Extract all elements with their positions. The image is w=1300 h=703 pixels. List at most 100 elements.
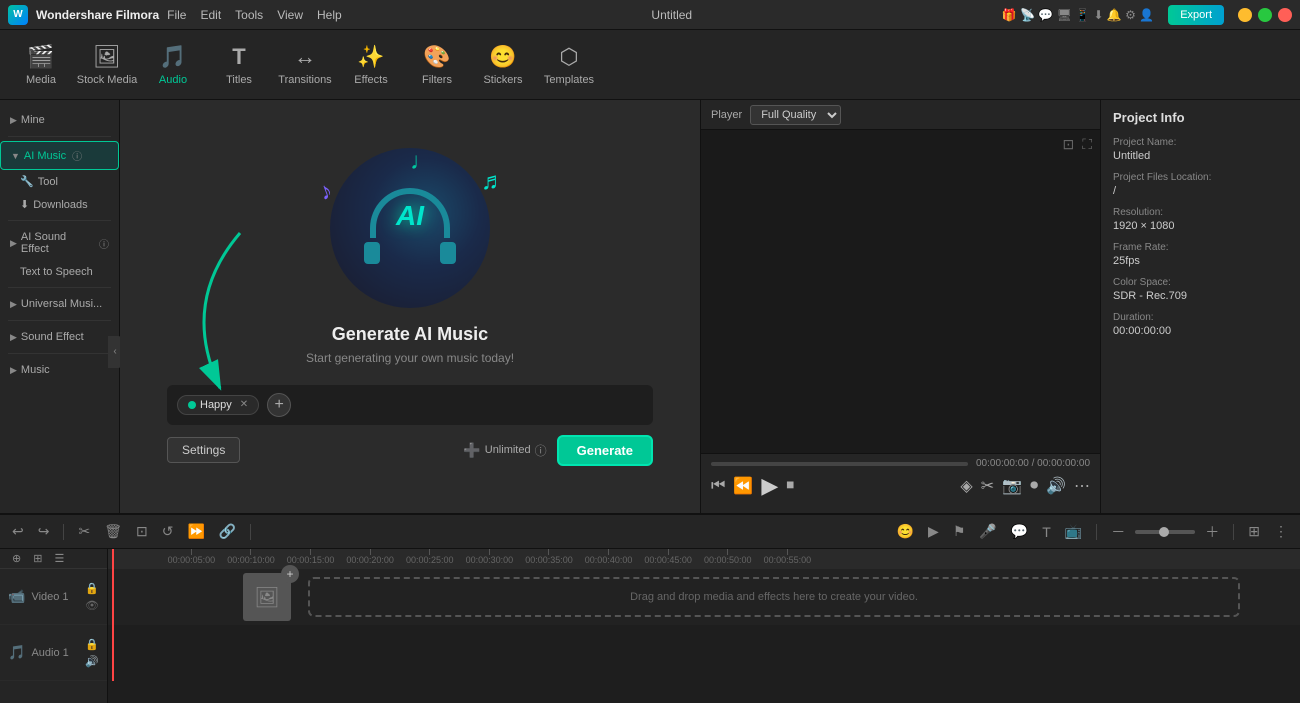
drop-label: Drag and drop media and effects here to … [630,591,918,603]
toolbar-templates[interactable]: ⬡ Templates [538,35,600,95]
menu-view[interactable]: View [277,8,303,22]
menu-tools[interactable]: Tools [235,8,263,22]
quality-select[interactable]: Full Quality Half Quality [750,105,841,125]
link-button[interactable]: 🔗 [215,521,240,542]
close-button[interactable] [1278,8,1292,22]
generate-button[interactable]: Generate [557,435,653,466]
ruler-mark-1: 00:00:05:00 [168,549,216,565]
mine-label: Mine [21,114,45,126]
timeline-title-button[interactable]: T [1038,522,1055,542]
redo-button[interactable]: ↪ [34,521,54,542]
toolbar-stickers[interactable]: 😊 Stickers [472,35,534,95]
toolbar-stock-media[interactable]: 🖼 Stock Media [76,35,138,95]
crop-button[interactable]: ⊡ [132,521,152,542]
time-current: 00:00:00:00 [976,458,1029,469]
drop-zone[interactable]: Drag and drop media and effects here to … [308,577,1240,617]
sidebar-item-mine[interactable]: ▶ Mine [0,108,119,132]
timeline-flag-button[interactable]: ⚑ [949,521,970,542]
project-files-label: Project Files Location: [1113,172,1288,183]
zoom-handle[interactable] [1159,527,1169,537]
export-button[interactable]: Export [1168,5,1224,25]
sidebar-collapse-button[interactable]: ‹ [108,336,120,368]
toolbar-transitions[interactable]: ↔ Transitions [274,35,336,95]
timeline-mic-button[interactable]: 🎤 [975,521,1000,542]
volume-button[interactable]: 🔊 [1046,476,1066,496]
sidebar-item-ai-sound-effect[interactable]: ▶ AI Sound Effect ⓘ [0,225,119,261]
play-button[interactable]: ▶ [761,473,778,499]
tl-sep-4 [1233,524,1234,540]
timeline-play-button[interactable]: ▶ [924,521,943,542]
toolbar-filters[interactable]: 🎨 Filters [406,35,468,95]
progress-track[interactable] [711,462,968,466]
stop-button[interactable]: ⏹ [786,477,794,495]
unlimited-icon: ➕ [463,442,480,459]
sidebar-item-text-to-speech[interactable]: Text to Speech [0,261,119,283]
unlimited-label: Unlimited [485,444,531,456]
sidebar-item-ai-music[interactable]: ▼ AI Music ⓘ [0,141,119,170]
sidebar-item-tool[interactable]: 🔧 Tool [0,170,119,193]
titles-label: Titles [226,74,252,86]
sidebar-item-music[interactable]: ▶ Music [0,358,119,382]
unlimited-info-icon[interactable]: ⓘ [535,442,547,459]
frame-back-button[interactable]: ⏪ [733,476,753,496]
zoom-out-button[interactable]: － [1107,520,1129,544]
rotate-button[interactable]: ↺ [158,521,178,542]
skip-back-button[interactable]: ⏮ [711,477,725,495]
media-icon: 🎬 [27,44,54,70]
toolbar-media[interactable]: 🎬 Media [10,35,72,95]
menu-file[interactable]: File [167,8,186,22]
more-button[interactable]: ⋯ [1074,476,1090,496]
timeline-emoji-button[interactable]: 😊 [893,521,918,542]
track-settings-button[interactable]: ☰ [50,550,68,567]
tag-close-icon[interactable]: ✕ [240,399,248,410]
sidebar-item-sound-effect[interactable]: ▶ Sound Effect [0,325,119,349]
tl-sep-2 [250,524,251,540]
undo-button[interactable]: ↩ [8,521,28,542]
video-lock-button[interactable]: 🔒 [85,582,99,595]
player-viewport: ⊡ ⛶ [701,130,1100,453]
split-timeline-button[interactable]: ✂ [74,521,94,542]
toolbar-titles[interactable]: T Titles [208,35,270,95]
track-options-button[interactable]: ⊞ [29,550,46,567]
happy-tag-chip[interactable]: Happy ✕ [177,395,259,415]
fullscreen-icon[interactable]: ⛶ [1082,136,1092,153]
audio-track-header: 🎵 Audio 1 🔒 🔊 [0,625,107,681]
add-tag-button[interactable]: + [267,393,291,417]
audio-mute-button[interactable]: 🔊 [85,655,99,668]
grid-view-button[interactable]: ⊞ [1244,521,1264,542]
mine-arrow: ▶ [10,115,17,126]
title-bar-menu: File Edit Tools View Help [167,8,342,22]
timeline-caption-button[interactable]: 💬 [1007,521,1032,542]
menu-help[interactable]: Help [317,8,342,22]
delete-button[interactable]: 🗑 [100,521,126,542]
add-media-button[interactable]: + [281,565,299,583]
menu-edit[interactable]: Edit [200,8,221,22]
toolbar-effects[interactable]: ✨ Effects [340,35,402,95]
fit-icon[interactable]: ⊡ [1062,136,1074,153]
speed-button[interactable]: ⏩ [183,521,208,542]
maximize-button[interactable] [1258,8,1272,22]
sidebar-divider-5 [8,353,111,354]
sidebar-item-universal-music[interactable]: ▶ Universal Musi... [0,292,119,316]
track-header-top: ⊕ ⊞ ☰ [0,549,107,569]
video-eye-button[interactable]: 👁 [85,599,99,612]
more-options-button[interactable]: ⋮ [1270,521,1292,542]
effects-icon: ✨ [357,44,384,70]
audio-playhead [112,625,114,681]
add-track-button[interactable]: ⊕ [8,550,25,567]
sidebar-item-downloads[interactable]: ⬇ Downloads [0,193,119,216]
toolbar-audio[interactable]: 🎵 Audio [142,35,204,95]
timeline-screen-button[interactable]: 📺 [1061,521,1086,542]
ai-music-visual: AI ♪ ♬ ♩ [330,148,490,308]
zoom-in-button[interactable]: ＋ [1201,520,1223,544]
split-button[interactable]: ✂ [981,476,994,496]
marker-button[interactable]: ◈ [960,476,972,496]
minimize-button[interactable] [1238,8,1252,22]
record-button[interactable]: ⏺ [1030,477,1038,495]
audio-lock-button[interactable]: 🔒 [85,638,99,651]
settings-button[interactable]: Settings [167,437,240,463]
snapshot-button[interactable]: 📷 [1002,476,1022,496]
duration-value: 00:00:00:00 [1113,325,1288,337]
app-name: Wondershare Filmora [36,8,159,22]
zoom-slider[interactable] [1135,530,1195,534]
